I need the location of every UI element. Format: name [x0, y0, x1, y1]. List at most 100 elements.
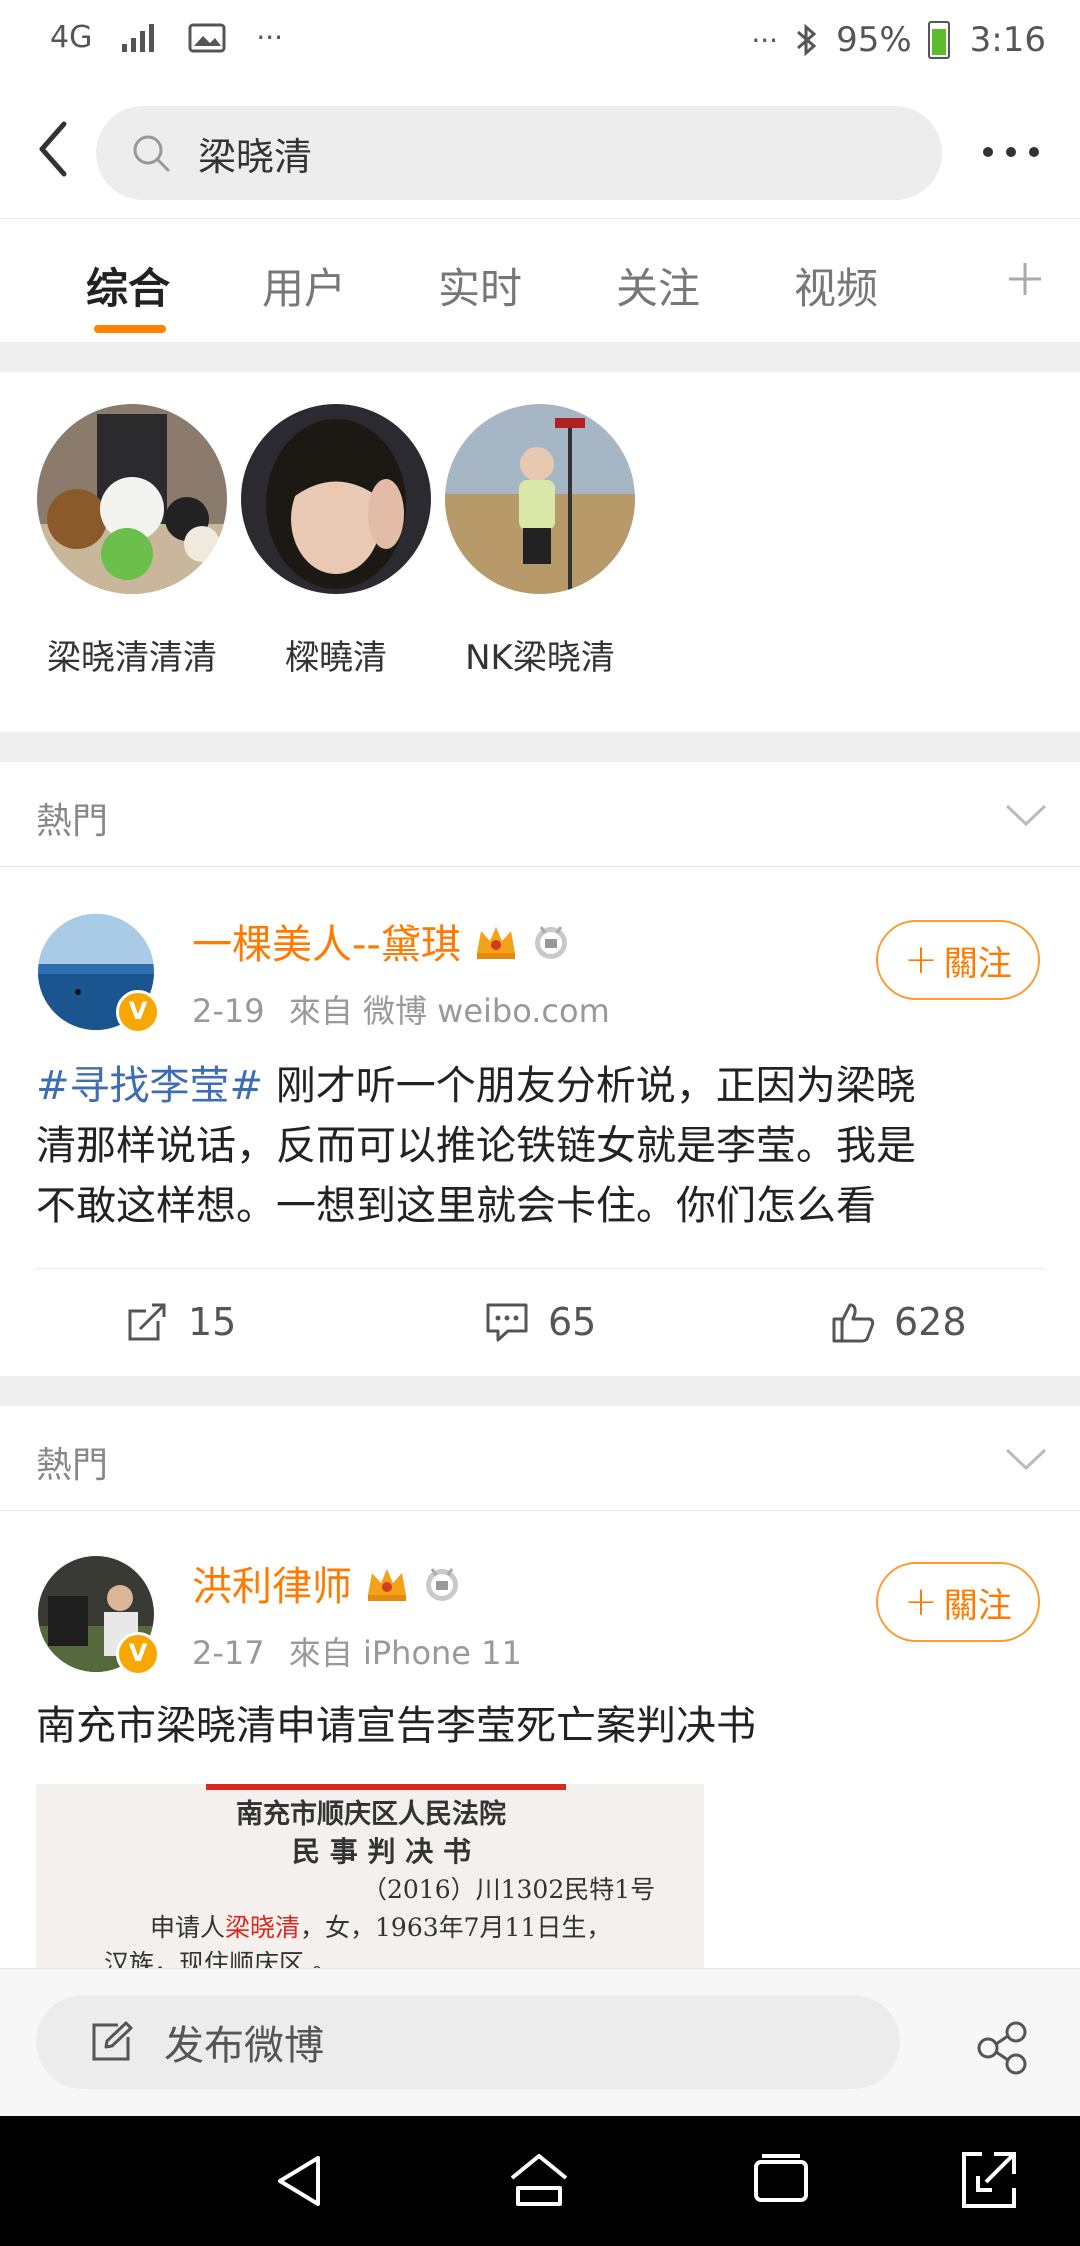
post-image-court-document[interactable]: 南充市顺庆区人民法院 民 事 判 决 书 （2016）川1302民特1号 申请人… — [36, 1784, 704, 1968]
search-icon — [133, 135, 170, 172]
document-applicant-prefix: 申请人 — [150, 1913, 226, 1942]
avatar — [241, 404, 431, 594]
follow-button[interactable]: + 關注 — [876, 1562, 1040, 1642]
status-bar: 4G ··· ··· 95% 3:16 — [0, 0, 1080, 92]
status-left: 4G ··· — [50, 20, 283, 55]
post-card: 熱門 V 一棵美人--黛琪 2-19 來自 微博 weibo.com + 關注 … — [0, 762, 1080, 1376]
section-label: 熱門 — [36, 801, 109, 842]
nav-recents-icon[interactable] — [748, 2148, 814, 2214]
document-applicant-suffix: ，女，1963年7月11日生， — [300, 1913, 612, 1942]
like-button[interactable]: 628 — [830, 1299, 967, 1345]
battery-icon — [927, 21, 950, 59]
signal-icon — [122, 23, 155, 52]
section-divider — [0, 732, 1080, 762]
comment-button[interactable]: 65 — [484, 1299, 596, 1345]
system-nav-bar — [0, 2116, 1080, 2246]
edit-pencil-icon — [92, 2021, 133, 2061]
nav-back-icon[interactable] — [268, 2148, 334, 2214]
nav-expand-icon[interactable] — [956, 2148, 1022, 2214]
network-indicator: 4G — [50, 20, 93, 55]
repost-icon — [128, 1303, 166, 1341]
user-name: NK梁晓清 — [465, 638, 615, 678]
document-case-number: （2016）川1302民特1号 — [362, 1875, 656, 1904]
compose-label: 发布微博 — [164, 2023, 324, 2069]
post-source: 來自 微博 weibo.com — [288, 992, 610, 1030]
document-address-line: 汉族，现住顺庆区 。 — [104, 1949, 337, 1968]
status-more-dots: ··· — [751, 23, 779, 57]
answer-badge-icon — [534, 926, 567, 959]
back-arrow-icon[interactable] — [22, 114, 92, 184]
post-date: 2-17 — [192, 1634, 265, 1672]
post-text[interactable]: 南充市梁晓清申请宣告李莹死亡案判决书 — [36, 1696, 1046, 1756]
search-bar[interactable] — [96, 106, 942, 200]
status-right: ··· 95% 3:16 — [751, 20, 1046, 60]
post-date: 2-19 — [192, 992, 265, 1030]
post-source: 來自 iPhone 11 — [288, 1634, 522, 1672]
section-label: 熱門 — [36, 1445, 109, 1486]
post-section-header: 熱門 — [0, 1406, 1080, 1511]
repost-count: 15 — [188, 1300, 237, 1344]
post-meta: 2-17 來自 iPhone 11 — [192, 1628, 522, 1674]
post-section-header: 熱門 — [0, 762, 1080, 867]
add-tab-icon[interactable] — [1000, 249, 1050, 309]
document-applicant-name: 梁晓清 — [225, 1913, 301, 1942]
search-header — [0, 92, 1080, 218]
more-options-icon[interactable] — [976, 132, 1046, 172]
tab-comprehensive[interactable]: 综合 — [86, 255, 170, 316]
compose-post-button[interactable]: 发布微博 — [36, 1995, 900, 2089]
repost-button[interactable]: 15 — [124, 1299, 236, 1345]
user-card[interactable]: NK梁晓清 — [430, 404, 650, 679]
document-type: 民 事 判 决 书 — [292, 1835, 471, 1868]
chevron-down-icon[interactable] — [1004, 1446, 1048, 1472]
battery-percent: 95% — [836, 20, 912, 60]
comment-count: 65 — [548, 1300, 597, 1344]
post-text[interactable]: #寻找李莹# 刚才听一个朋友分析说，正因为梁晓 清那样说话，反而可以推论铁链女就… — [36, 1056, 1046, 1236]
active-tab-indicator — [94, 325, 166, 333]
post-text-line: 不敢这样想。一想到这里就会卡住。你们怎么看 — [36, 1183, 876, 1229]
search-input[interactable] — [196, 130, 900, 176]
clock-time: 3:16 — [969, 20, 1046, 60]
tab-following[interactable]: 关注 — [616, 255, 700, 316]
avatar — [445, 404, 635, 594]
avatar — [37, 404, 227, 594]
follow-label: 關注 — [943, 1585, 1012, 1626]
bluetooth-icon — [797, 23, 817, 57]
comment-icon — [486, 1303, 528, 1342]
section-divider — [0, 1376, 1080, 1406]
user-results: 梁晓清清清 樑曉清 NK梁晓清 — [0, 372, 1080, 732]
user-name: 梁晓清清清 — [47, 638, 217, 678]
document-red-line — [206, 1784, 566, 1790]
hashtag-link[interactable]: #寻找李莹# — [36, 1063, 263, 1109]
post-actions: 15 65 628 — [36, 1268, 1044, 1375]
post-meta: 2-19 來自 微博 weibo.com — [192, 986, 610, 1032]
author-name: 一棵美人--黛琪 — [192, 922, 461, 968]
share-icon[interactable] — [974, 2021, 1028, 2075]
plus-icon: + — [904, 1579, 938, 1625]
tab-realtime[interactable]: 实时 — [438, 255, 522, 316]
follow-label: 關注 — [943, 943, 1012, 984]
user-card[interactable]: 樑曉清 — [226, 404, 446, 679]
post-author[interactable]: 洪利律师 — [192, 1554, 462, 1612]
plus-icon: + — [904, 937, 938, 983]
crown-member-icon — [476, 927, 515, 959]
section-divider — [0, 342, 1080, 372]
notification-more-dots: ··· — [256, 21, 284, 54]
post-text-line: 刚才听一个朋友分析说，正因为梁晓 — [263, 1063, 916, 1109]
crown-member-icon — [368, 1569, 406, 1601]
document-applicant-line: 申请人梁晓清，女，1963年7月11日生， — [150, 1908, 611, 1944]
tab-users[interactable]: 用户 — [262, 255, 346, 316]
tab-video[interactable]: 视频 — [794, 255, 878, 316]
thumbs-up-icon — [832, 1303, 875, 1343]
post-author[interactable]: 一棵美人--黛琪 — [192, 912, 571, 970]
chevron-down-icon[interactable] — [1004, 802, 1048, 828]
search-tabs: 综合 用户 实时 关注 视频 — [0, 218, 1080, 343]
user-card[interactable]: 梁晓清清清 — [22, 404, 242, 679]
document-court-name: 南充市顺庆区人民法院 — [236, 1799, 506, 1830]
answer-badge-icon — [426, 1568, 458, 1601]
like-count: 628 — [894, 1300, 967, 1344]
compose-bar: 发布微博 — [0, 1968, 1080, 2117]
verified-badge-icon: V — [116, 1632, 160, 1676]
follow-button[interactable]: + 關注 — [876, 920, 1040, 1000]
nav-home-icon[interactable] — [506, 2148, 572, 2214]
author-name: 洪利律师 — [192, 1564, 352, 1610]
